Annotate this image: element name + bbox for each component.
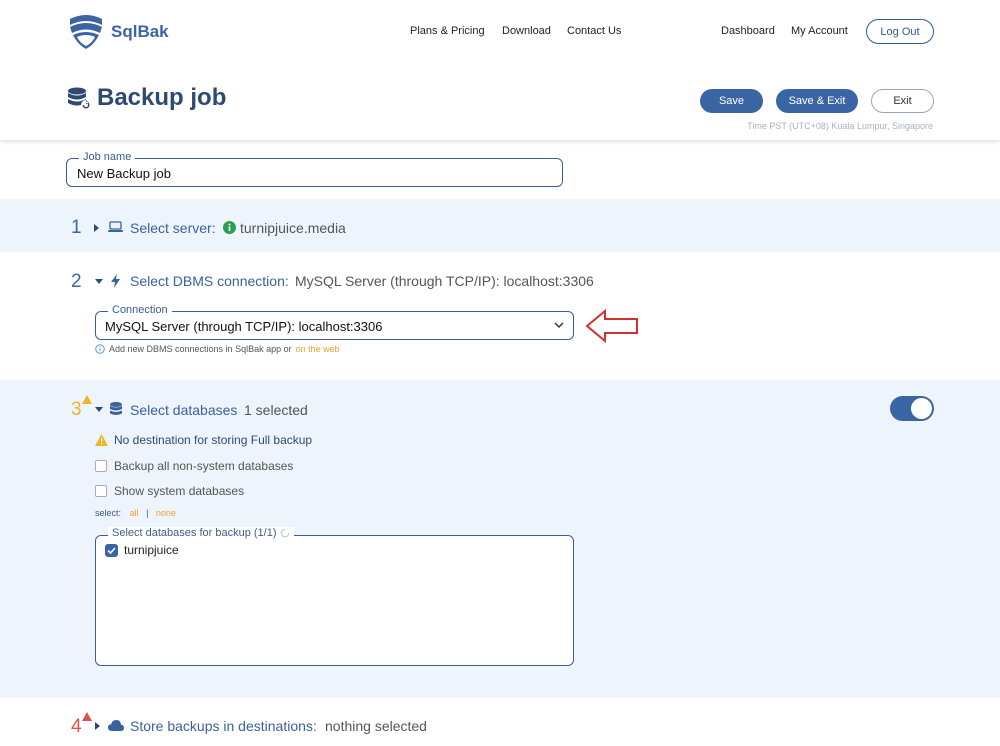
no-destination-warning: No destination for storing Full backup bbox=[95, 433, 312, 447]
error-small-icon bbox=[82, 712, 92, 721]
chevron-down-icon[interactable] bbox=[554, 322, 564, 329]
collapse-caret-icon[interactable] bbox=[95, 407, 103, 412]
nav-dashboard-link[interactable]: Dashboard bbox=[721, 25, 775, 37]
warning-text: No destination for storing Full backup bbox=[114, 433, 313, 447]
connection-value: MySQL Server (through TCP/IP): localhost… bbox=[105, 319, 383, 334]
database-name[interactable]: turnipjuice bbox=[124, 543, 179, 557]
toggle-knob bbox=[911, 398, 932, 419]
database-list-box[interactable]: Select databases for backup (1/1) turnip… bbox=[95, 527, 574, 666]
warning-icon bbox=[95, 434, 108, 446]
database-icon bbox=[110, 402, 122, 415]
backup-nonsystem-option[interactable]: Backup all non-system databases bbox=[95, 459, 293, 473]
databases-selected-count: 1 selected bbox=[244, 402, 308, 418]
select-separator: | bbox=[146, 508, 149, 518]
collapse-caret-icon[interactable] bbox=[95, 279, 103, 284]
nav-account-link[interactable]: My Account bbox=[791, 25, 848, 37]
connection-select[interactable]: Connection MySQL Server (through TCP/IP)… bbox=[95, 304, 574, 340]
nav-download-link[interactable]: Download bbox=[502, 25, 551, 37]
expand-caret-icon[interactable] bbox=[95, 722, 100, 730]
select-links: select: all | none bbox=[95, 508, 176, 518]
backup-nonsystem-checkbox[interactable] bbox=[95, 460, 107, 472]
server-value: turnipjuice.media bbox=[240, 220, 346, 236]
warning-small-icon bbox=[82, 395, 92, 404]
save-exit-button[interactable]: Save & Exit bbox=[776, 89, 858, 113]
backup-nonsystem-label[interactable]: Backup all non-system databases bbox=[114, 459, 293, 473]
shield-logo-icon bbox=[70, 15, 102, 49]
database-checkbox-checked[interactable] bbox=[105, 543, 118, 557]
database-backup-icon bbox=[68, 87, 91, 110]
select-all-link[interactable]: all bbox=[130, 508, 139, 518]
step-label[interactable]: Store backups in destinations: bbox=[130, 718, 317, 734]
timezone-label: Time PST (UTC+08) Kuala Lumpur, Singapor… bbox=[747, 121, 933, 131]
save-button[interactable]: Save bbox=[700, 89, 763, 113]
expand-caret-icon[interactable] bbox=[94, 224, 99, 232]
step-label[interactable]: Select server: bbox=[130, 220, 216, 236]
database-item[interactable]: turnipjuice bbox=[105, 543, 179, 557]
job-name-legend: Job name bbox=[79, 151, 136, 163]
checkmark-icon bbox=[107, 546, 116, 554]
database-list-legend-text: Select databases for backup (1/1) bbox=[112, 527, 277, 539]
header: SqlBak Plans & Pricing Download Contact … bbox=[0, 0, 1000, 140]
select-none-link[interactable]: none bbox=[156, 508, 176, 518]
step-number: 2 bbox=[71, 271, 82, 292]
step-number: 1 bbox=[71, 217, 82, 238]
hint-text: Add new DBMS connections in SqlBak app o… bbox=[109, 344, 292, 354]
nav-contact-link[interactable]: Contact Us bbox=[567, 25, 621, 37]
refresh-icon[interactable] bbox=[280, 528, 290, 538]
step-store-destinations: 4 Store backups in destinations: nothing… bbox=[0, 698, 1000, 746]
page-title-text: Backup job bbox=[97, 84, 227, 111]
step-label[interactable]: Select databases bbox=[130, 402, 237, 418]
dbms-hint: Add new DBMS connections in SqlBak app o… bbox=[95, 344, 340, 354]
select-label: select: bbox=[95, 508, 122, 518]
show-system-option[interactable]: Show system databases bbox=[95, 484, 244, 498]
laptop-icon bbox=[108, 221, 123, 232]
page-title: Backup job bbox=[67, 84, 226, 112]
on-the-web-link[interactable]: on the web bbox=[296, 344, 340, 354]
logout-button[interactable]: Log Out bbox=[866, 19, 934, 44]
step-number: 4 bbox=[71, 716, 82, 737]
nav-plans-link[interactable]: Plans & Pricing bbox=[410, 25, 485, 37]
database-list-legend: Select databases for backup (1/1) bbox=[108, 527, 295, 539]
show-system-label[interactable]: Show system databases bbox=[114, 484, 244, 498]
destinations-value: nothing selected bbox=[325, 718, 427, 734]
info-outline-icon bbox=[95, 344, 105, 354]
info-icon bbox=[223, 221, 236, 234]
job-name-field[interactable]: Job name New Backup job bbox=[66, 151, 563, 187]
databases-toggle[interactable] bbox=[890, 396, 934, 421]
app-name: SqlBak bbox=[111, 21, 169, 41]
job-name-value[interactable]: New Backup job bbox=[77, 166, 171, 181]
dbms-value: MySQL Server (through TCP/IP): localhost… bbox=[295, 273, 594, 289]
connection-legend: Connection bbox=[108, 304, 172, 316]
cloud-icon bbox=[108, 720, 124, 731]
lightning-icon bbox=[111, 274, 120, 288]
step-select-server: 1 Select server: turnipjuice.media bbox=[0, 199, 1000, 252]
step-number: 3 bbox=[71, 399, 82, 420]
show-system-checkbox[interactable] bbox=[95, 485, 107, 497]
red-arrow-annotation-icon bbox=[585, 308, 638, 344]
logo[interactable]: SqlBak bbox=[67, 13, 169, 50]
exit-button[interactable]: Exit bbox=[871, 89, 934, 113]
step-label[interactable]: Select DBMS connection: bbox=[130, 273, 289, 289]
